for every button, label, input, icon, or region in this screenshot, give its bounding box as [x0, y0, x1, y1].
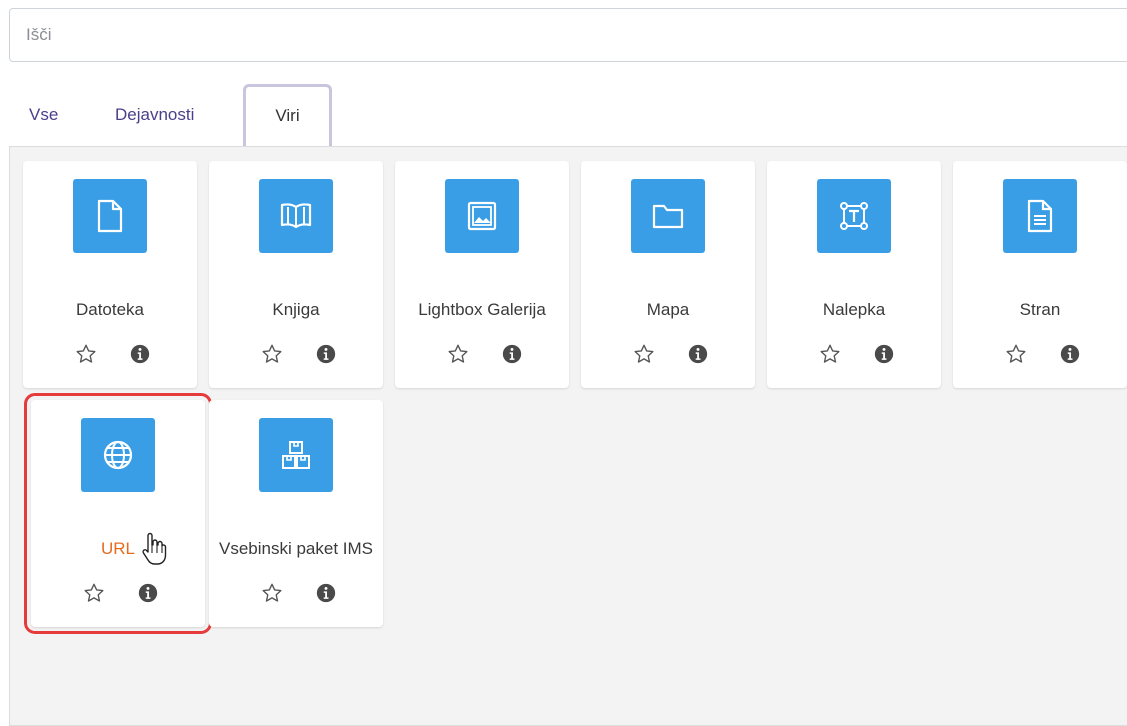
module-card-lightbox-galerija[interactable]: Lightbox Galerija: [395, 161, 569, 388]
tab-viri[interactable]: Viri: [243, 84, 332, 146]
star-icon[interactable]: [83, 582, 105, 604]
page-icon: [1003, 179, 1077, 253]
module-name: Datoteka: [75, 300, 145, 319]
info-icon[interactable]: [137, 582, 159, 604]
info-icon[interactable]: [501, 343, 523, 365]
module-card-datoteka[interactable]: Datoteka: [23, 161, 197, 388]
info-icon[interactable]: [315, 582, 337, 604]
module-card-url[interactable]: URL: [24, 393, 212, 634]
module-card-vsebinski-paket-ims[interactable]: Vsebinski paket IMS: [209, 400, 383, 627]
file-icon: [73, 179, 147, 253]
folder-icon: [631, 179, 705, 253]
info-icon[interactable]: [129, 343, 151, 365]
hand-cursor-icon: [142, 532, 167, 565]
tab-vse[interactable]: Vse: [29, 84, 58, 146]
module-card-stran[interactable]: Stran: [953, 161, 1127, 388]
module-name: Lightbox Galerija: [418, 300, 546, 319]
search-input[interactable]: [9, 8, 1127, 62]
module-name: Vsebinski paket IMS: [218, 539, 373, 558]
module-name: URL: [100, 539, 135, 558]
book-icon: [259, 179, 333, 253]
star-icon[interactable]: [447, 343, 469, 365]
module-tabs: Vse Dejavnosti Viri: [9, 84, 1127, 146]
star-icon[interactable]: [633, 343, 655, 365]
tab-dejavnosti[interactable]: Dejavnosti: [115, 84, 194, 146]
module-name: Nalepka: [822, 300, 886, 319]
module-card-knjiga[interactable]: Knjiga: [209, 161, 383, 388]
module-name: Stran: [1019, 300, 1061, 319]
image-gallery-icon: [445, 179, 519, 253]
info-icon[interactable]: [873, 343, 895, 365]
star-icon[interactable]: [261, 343, 283, 365]
globe-icon: [81, 418, 155, 492]
star-icon[interactable]: [1005, 343, 1027, 365]
package-boxes-icon: [259, 418, 333, 492]
star-icon[interactable]: [819, 343, 841, 365]
module-card-mapa[interactable]: Mapa: [581, 161, 755, 388]
star-icon[interactable]: [261, 582, 283, 604]
module-card-nalepka[interactable]: Nalepka: [767, 161, 941, 388]
module-name: Mapa: [646, 300, 690, 319]
info-icon[interactable]: [687, 343, 709, 365]
star-icon[interactable]: [75, 343, 97, 365]
module-name: Knjiga: [272, 300, 320, 319]
label-text-icon: [817, 179, 891, 253]
info-icon[interactable]: [315, 343, 337, 365]
info-icon[interactable]: [1059, 343, 1081, 365]
